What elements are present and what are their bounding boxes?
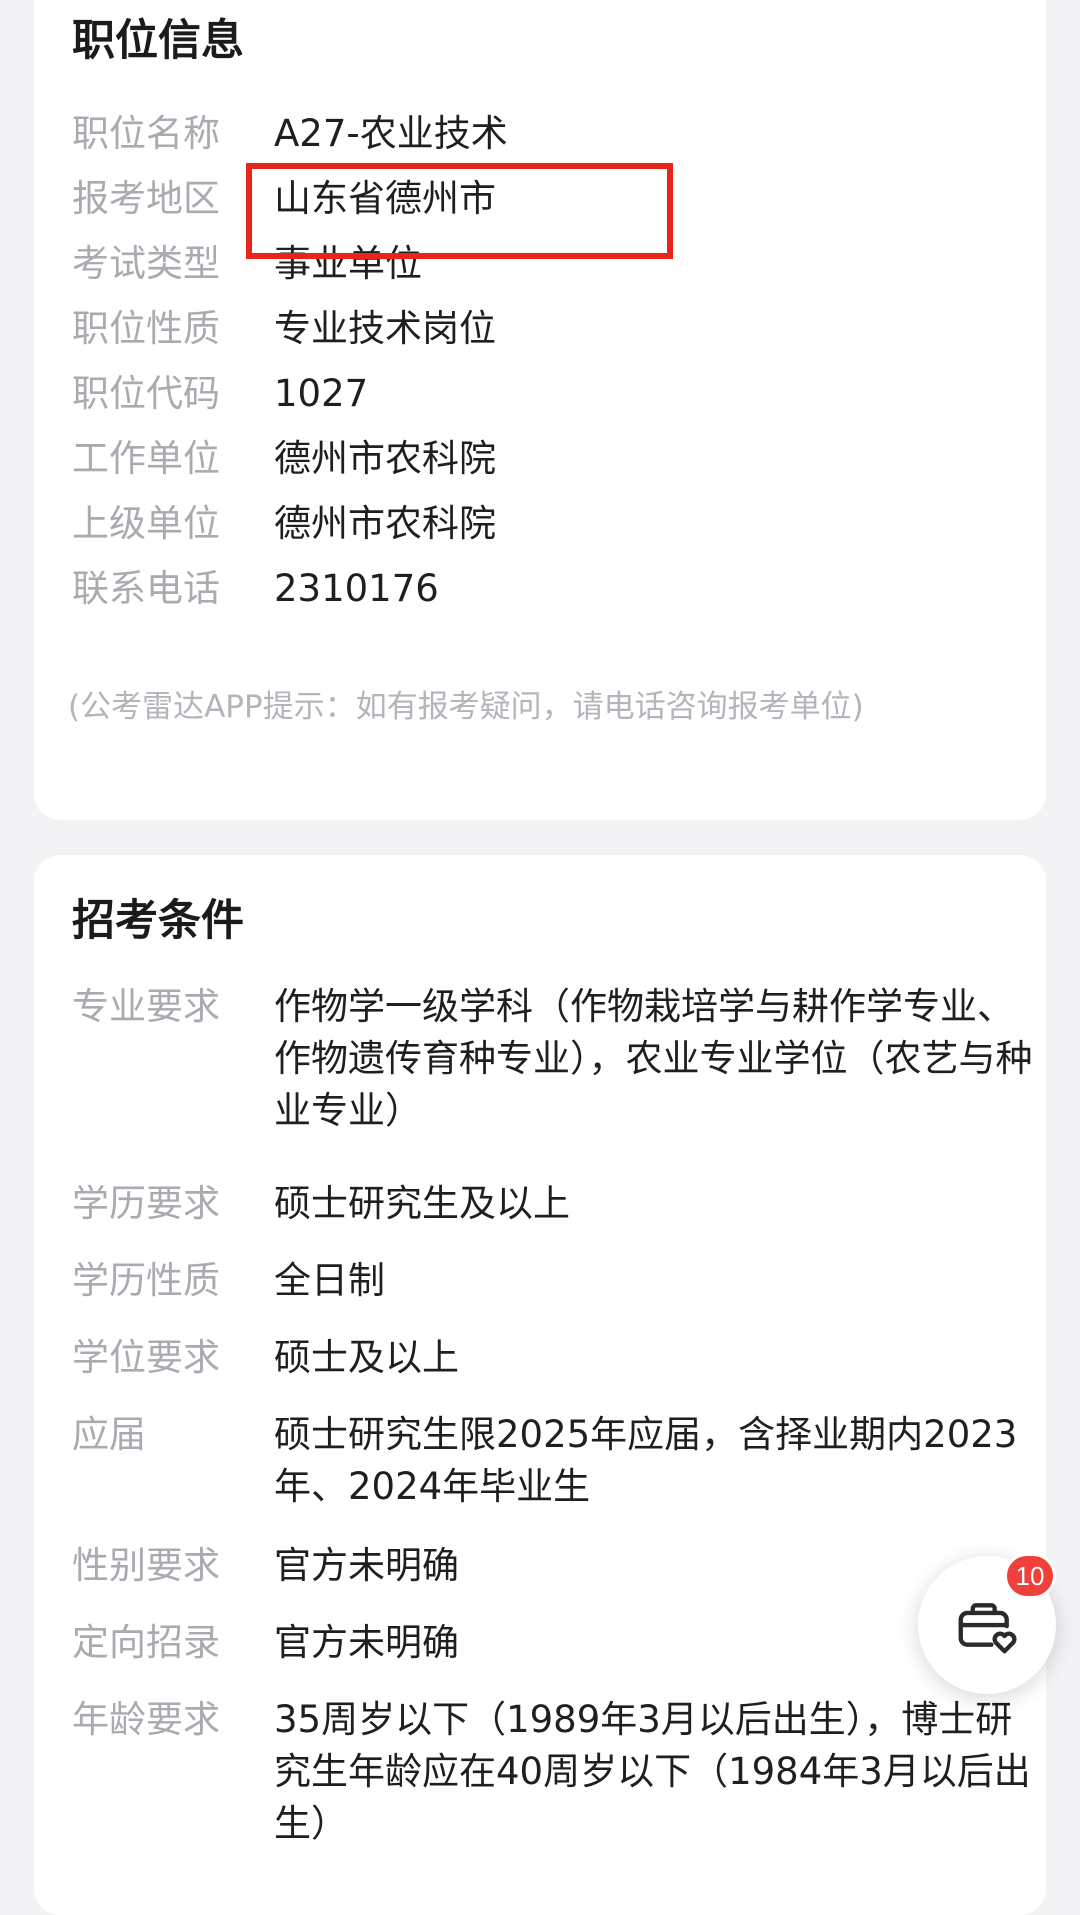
job-row-value: 事业单位 bbox=[274, 242, 422, 285]
job-row-value[interactable]: 2310176 bbox=[274, 563, 1044, 615]
notification-badge: 10 bbox=[1004, 1553, 1056, 1599]
req-row-label: 年龄要求 bbox=[72, 1698, 220, 1741]
job-row-label: 职位名称 bbox=[72, 112, 220, 155]
req-row-label: 应届 bbox=[72, 1413, 146, 1456]
req-row-label: 学位要求 bbox=[72, 1336, 220, 1379]
job-row-value: 山东省德州市 bbox=[274, 177, 496, 220]
job-row-label: 工作单位 bbox=[72, 437, 220, 480]
req-row-value: 硕士及以上 bbox=[274, 1336, 459, 1379]
job-row-value: 专业技术岗位 bbox=[274, 307, 496, 350]
req-row-value: 官方未明确 bbox=[274, 1544, 459, 1587]
job-row-value: 德州市农科院 bbox=[274, 437, 496, 480]
job-row-value: 德州市农科院 bbox=[274, 502, 496, 545]
briefcase-heart-icon bbox=[958, 1603, 1017, 1654]
job-row-value: 1027 bbox=[274, 372, 369, 415]
job-row-label: 联系电话 bbox=[72, 567, 220, 610]
requirements-title: 招考条件 bbox=[72, 896, 244, 946]
app-tip-text: (公考雷达APP提示：如有报考疑问，请电话咨询报考单位) bbox=[68, 689, 864, 725]
req-row-label: 学历性质 bbox=[72, 1259, 220, 1302]
job-row-label: 职位性质 bbox=[72, 307, 220, 350]
job-row-label: 上级单位 bbox=[72, 502, 220, 545]
req-row-value: 硕士研究生及以上 bbox=[274, 1182, 570, 1225]
req-row-value: 作物学一级学科（作物栽培学与耕作学专业、作物遗传育种专业），农业专业学位（农艺与… bbox=[274, 985, 1033, 1132]
job-row-label: 考试类型 bbox=[72, 242, 220, 285]
req-row-value: 全日制 bbox=[274, 1259, 385, 1302]
job-row-label: 报考地区 bbox=[72, 177, 220, 220]
job-row-label: 职位代码 bbox=[72, 372, 220, 415]
req-row-value: 硕士研究生限2025年应届，含择业期内2023年、2024年毕业生 bbox=[274, 1413, 1018, 1508]
req-row-label: 定向招录 bbox=[72, 1621, 220, 1664]
requirements-card: 招考条件 专业要求 作物学一级学科（作物栽培学与耕作学专业、作物遗传育种专业），… bbox=[34, 855, 1046, 1915]
job-info-card: 职位信息 职位名称 A27-农业技术 报考地区 山东省德州市 考试类型 事业单位… bbox=[34, 0, 1046, 820]
job-row-value: A27-农业技术 bbox=[274, 112, 508, 155]
req-row-value: 35周岁以下（1989年3月以后出生），博士研究生年龄应在40周岁以下（1984… bbox=[274, 1698, 1031, 1845]
req-row-label: 学历要求 bbox=[72, 1182, 220, 1225]
req-row-label: 性别要求 bbox=[72, 1544, 220, 1587]
req-row-label: 专业要求 bbox=[72, 985, 220, 1028]
job-info-title: 职位信息 bbox=[72, 16, 244, 66]
